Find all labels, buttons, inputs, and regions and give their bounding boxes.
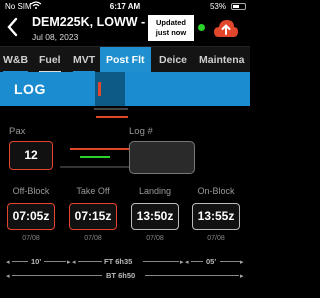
tab-post-flight[interactable]: Post Flt <box>100 47 151 73</box>
on-block-label: On-Block <box>197 186 235 196</box>
take-off-input[interactable]: 07:15z <box>69 203 117 230</box>
on-block-date: 07/08 <box>207 235 225 242</box>
timeline-line <box>12 275 102 276</box>
sync-status-dot <box>198 24 205 31</box>
arrow-right-icon: ▸ <box>180 259 184 266</box>
off-block-label: Off-Block <box>12 186 50 196</box>
render-artifact <box>80 156 110 158</box>
battery-percent: 53% <box>209 2 226 11</box>
render-artifact <box>60 166 130 168</box>
render-artifact <box>70 148 130 150</box>
landing-input[interactable]: 13:50z <box>131 203 179 230</box>
taxi-in-duration: 05' <box>206 257 217 266</box>
block-time: BT 6h50 <box>106 271 136 280</box>
timeline-line <box>78 261 102 262</box>
cloud-upload-icon <box>214 20 238 37</box>
take-off-date: 07/08 <box>84 235 102 242</box>
duration-timeline: ◂ 10' ▸ ◂ FT 6h35 ▸ ◂ 05' ▸ <box>0 257 250 267</box>
render-artifact <box>96 116 128 118</box>
off-block-input[interactable]: 07:05z <box>7 203 55 230</box>
arrow-right-icon: ▸ <box>240 259 244 266</box>
arrow-right-icon: ▸ <box>240 273 244 280</box>
tab-wb[interactable]: W&B <box>3 47 29 73</box>
update-status: Updated just now <box>148 15 194 41</box>
chevron-left-icon <box>7 17 18 37</box>
section-header: LOG <box>0 72 250 106</box>
arrow-left-icon: ◂ <box>185 259 189 266</box>
timeline-line <box>44 261 66 262</box>
block-time-timeline: ◂ BT 6h50 ▸ <box>0 271 250 281</box>
taxi-out-duration: 10' <box>31 257 42 266</box>
take-off-label: Take Off <box>76 186 110 196</box>
tab-bar: W&B Fuel MVT Post Flt Deice Maintena <box>0 46 250 73</box>
upload-button[interactable] <box>213 17 239 41</box>
timeline-line <box>143 261 179 262</box>
arrow-right-icon: ▸ <box>67 259 71 266</box>
render-artifact <box>98 82 101 96</box>
timeline-line <box>145 275 239 276</box>
timeline-line <box>220 261 240 262</box>
render-artifact <box>94 108 128 110</box>
arrow-left-icon: ◂ <box>72 259 76 266</box>
pax-label: Pax <box>9 126 26 137</box>
log-number-input[interactable] <box>129 141 195 174</box>
landing-label: Landing <box>138 186 172 196</box>
on-block-input[interactable]: 13:55z <box>192 203 240 230</box>
flight-time: FT 6h35 <box>104 257 133 266</box>
update-status-line2: just now <box>155 28 187 37</box>
status-bar: No SIM 6:17 AM 53% <box>0 0 250 13</box>
log-number-label: Log # <box>129 126 153 137</box>
update-status-line1: Updated <box>156 18 186 27</box>
battery-icon <box>231 3 246 10</box>
timeline-line <box>12 261 28 262</box>
tab-deice[interactable]: Deice <box>159 47 187 73</box>
arrow-left-icon: ◂ <box>6 259 10 266</box>
timeline-line <box>191 261 203 262</box>
landing-date: 07/08 <box>146 235 164 242</box>
flight-date: Jul 08, 2023 <box>32 32 79 42</box>
off-block-date: 07/08 <box>22 235 40 242</box>
pax-input[interactable]: 12 <box>9 141 53 170</box>
tab-maintenance[interactable]: Maintena <box>199 47 245 73</box>
back-button[interactable] <box>6 17 20 39</box>
header: DEM225K, LOWW - VABB Jul 08, 2023 Update… <box>0 13 250 46</box>
tab-mvt[interactable]: MVT <box>73 47 96 73</box>
arrow-left-icon: ◂ <box>6 273 10 280</box>
section-title: LOG <box>14 81 46 97</box>
tab-fuel[interactable]: Fuel <box>39 47 61 73</box>
